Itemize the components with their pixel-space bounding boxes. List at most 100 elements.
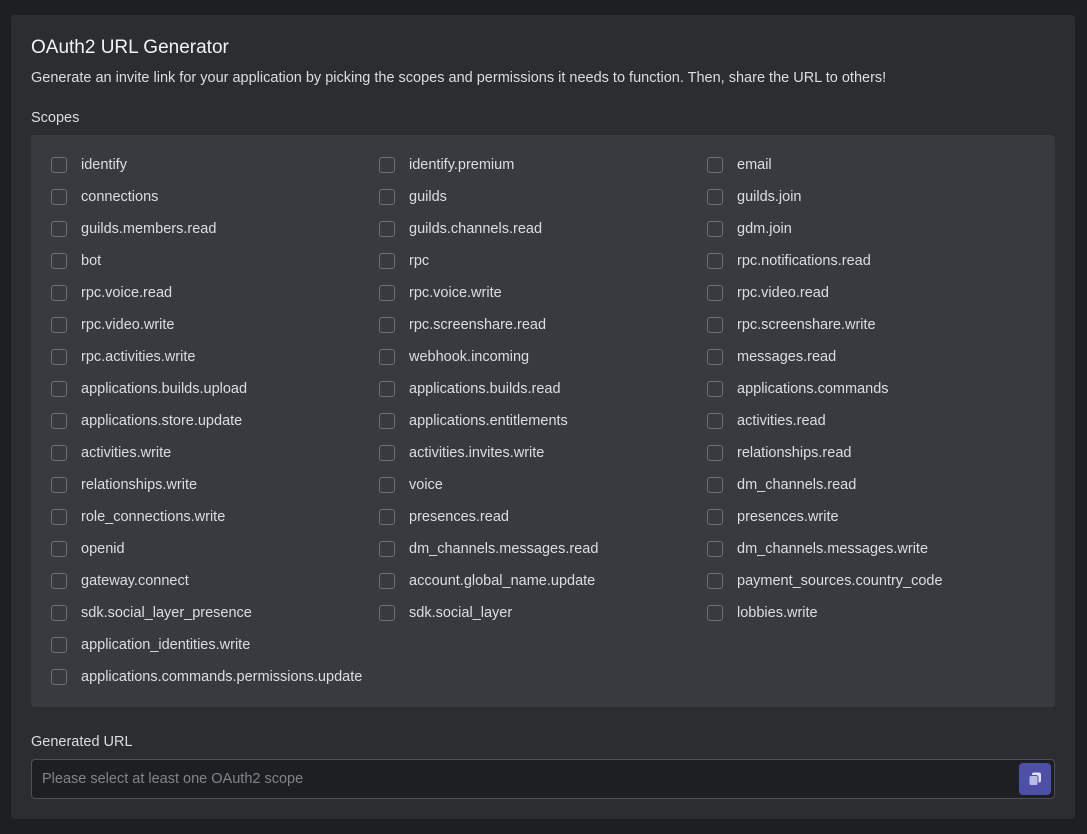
scope-item[interactable]: openid (51, 538, 125, 560)
scope-item[interactable]: dm_channels.messages.write (707, 538, 928, 560)
scope-item[interactable]: sdk.social_layer (379, 602, 512, 624)
scope-checkbox[interactable] (51, 349, 67, 365)
scope-item[interactable]: guilds.join (707, 186, 802, 208)
scope-checkbox[interactable] (379, 605, 395, 621)
generated-url-input[interactable] (42, 760, 1002, 798)
scope-checkbox[interactable] (707, 189, 723, 205)
scope-label: account.global_name.update (409, 573, 596, 589)
scope-checkbox[interactable] (707, 285, 723, 301)
scope-item[interactable]: rpc.voice.read (51, 282, 172, 304)
scope-item[interactable]: dm_channels.messages.read (379, 538, 598, 560)
scope-checkbox[interactable] (379, 349, 395, 365)
scope-item[interactable]: activities.invites.write (379, 442, 544, 464)
scope-item[interactable]: sdk.social_layer_presence (51, 602, 252, 624)
scope-checkbox[interactable] (379, 541, 395, 557)
scope-item[interactable]: rpc.video.read (707, 282, 829, 304)
scope-item[interactable]: role_connections.write (51, 506, 225, 528)
scope-checkbox[interactable] (51, 477, 67, 493)
scope-item[interactable]: rpc.video.write (51, 314, 174, 336)
scope-item[interactable]: rpc.activities.write (51, 346, 195, 368)
scope-checkbox[interactable] (707, 477, 723, 493)
scope-item[interactable]: webhook.incoming (379, 346, 529, 368)
scope-checkbox[interactable] (707, 509, 723, 525)
scope-checkbox[interactable] (51, 669, 67, 685)
scope-checkbox[interactable] (379, 381, 395, 397)
scope-checkbox[interactable] (707, 317, 723, 333)
scope-item[interactable]: applications.commands.permissions.update (51, 666, 362, 688)
scope-checkbox[interactable] (379, 573, 395, 589)
scope-checkbox[interactable] (51, 413, 67, 429)
scope-checkbox[interactable] (379, 157, 395, 173)
scope-checkbox[interactable] (707, 445, 723, 461)
scope-item[interactable]: applications.builds.read (379, 378, 561, 400)
scope-checkbox[interactable] (379, 285, 395, 301)
scope-checkbox[interactable] (379, 477, 395, 493)
scope-label: connections (81, 189, 159, 205)
scope-checkbox[interactable] (707, 605, 723, 621)
scope-item[interactable]: guilds.members.read (51, 218, 216, 240)
scope-checkbox[interactable] (707, 253, 723, 269)
scope-item[interactable]: identify (51, 154, 127, 176)
scope-checkbox[interactable] (707, 349, 723, 365)
scope-checkbox[interactable] (379, 413, 395, 429)
scope-item[interactable]: voice (379, 474, 443, 496)
scope-item[interactable]: bot (51, 250, 101, 272)
scope-checkbox[interactable] (707, 221, 723, 237)
scope-item[interactable]: presences.write (707, 506, 839, 528)
scope-item[interactable]: guilds.channels.read (379, 218, 542, 240)
scope-item[interactable]: connections (51, 186, 158, 208)
scope-item[interactable]: rpc.screenshare.read (379, 314, 546, 336)
scope-checkbox[interactable] (51, 509, 67, 525)
scope-item[interactable]: gateway.connect (51, 570, 189, 592)
scope-item[interactable]: rpc.screenshare.write (707, 314, 876, 336)
scope-label: applications.builds.upload (81, 381, 248, 397)
scope-item[interactable]: relationships.write (51, 474, 197, 496)
scope-item[interactable]: rpc.notifications.read (707, 250, 871, 272)
scope-item[interactable]: applications.store.update (51, 410, 242, 432)
scope-item[interactable]: rpc.voice.write (379, 282, 502, 304)
scope-item[interactable]: gdm.join (707, 218, 792, 240)
scope-checkbox[interactable] (51, 445, 67, 461)
scope-checkbox[interactable] (51, 253, 67, 269)
scope-checkbox[interactable] (379, 445, 395, 461)
scope-checkbox[interactable] (51, 285, 67, 301)
scope-item[interactable]: applications.builds.upload (51, 378, 247, 400)
copy-url-button[interactable] (1019, 763, 1051, 795)
scope-item[interactable]: rpc (379, 250, 429, 272)
scope-checkbox[interactable] (379, 317, 395, 333)
scope-checkbox[interactable] (707, 541, 723, 557)
scope-checkbox[interactable] (379, 253, 395, 269)
scope-checkbox[interactable] (51, 605, 67, 621)
scope-item[interactable]: dm_channels.read (707, 474, 856, 496)
scope-checkbox[interactable] (51, 157, 67, 173)
scope-checkbox[interactable] (707, 381, 723, 397)
scope-checkbox[interactable] (379, 509, 395, 525)
scope-item[interactable]: account.global_name.update (379, 570, 595, 592)
scope-checkbox[interactable] (51, 637, 67, 653)
scope-item[interactable]: payment_sources.country_code (707, 570, 943, 592)
scope-checkbox[interactable] (379, 189, 395, 205)
scope-checkbox[interactable] (51, 541, 67, 557)
scope-label: dm_channels.read (737, 477, 857, 493)
scope-item[interactable]: activities.write (51, 442, 171, 464)
scope-item[interactable]: lobbies.write (707, 602, 818, 624)
scope-checkbox[interactable] (51, 189, 67, 205)
scope-checkbox[interactable] (707, 157, 723, 173)
scope-item[interactable]: messages.read (707, 346, 836, 368)
scope-checkbox[interactable] (379, 221, 395, 237)
scope-item[interactable]: applications.commands (707, 378, 889, 400)
scope-checkbox[interactable] (707, 413, 723, 429)
scope-item[interactable]: relationships.read (707, 442, 851, 464)
scope-checkbox[interactable] (51, 221, 67, 237)
scope-item[interactable]: guilds (379, 186, 447, 208)
scope-item[interactable]: email (707, 154, 772, 176)
scope-checkbox[interactable] (707, 573, 723, 589)
scope-item[interactable]: applications.entitlements (379, 410, 568, 432)
scope-item[interactable]: activities.read (707, 410, 826, 432)
scope-item[interactable]: presences.read (379, 506, 509, 528)
scope-item[interactable]: application_identities.write (51, 634, 250, 656)
scope-checkbox[interactable] (51, 381, 67, 397)
scope-checkbox[interactable] (51, 317, 67, 333)
scope-checkbox[interactable] (51, 573, 67, 589)
scope-item[interactable]: identify.premium (379, 154, 514, 176)
